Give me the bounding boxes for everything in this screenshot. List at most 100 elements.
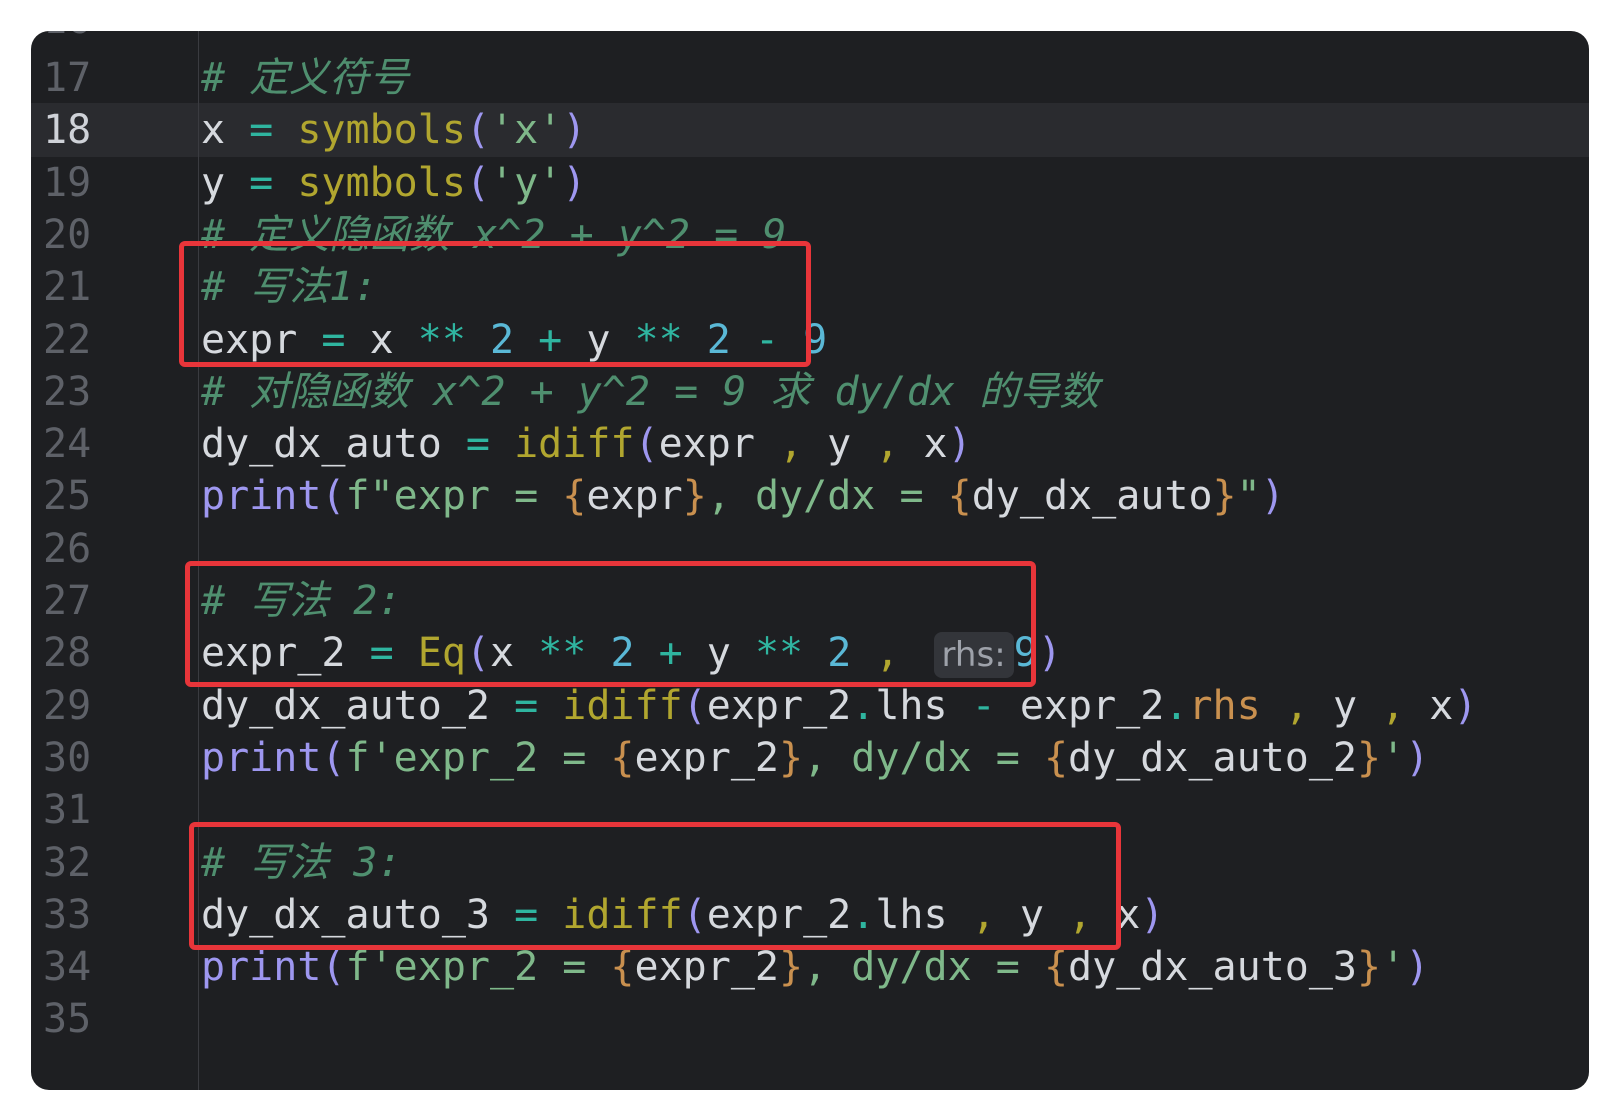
code-token: idiff bbox=[562, 682, 683, 729]
code-token: dy_dx_auto_2 bbox=[1068, 734, 1358, 781]
code-token: symbols bbox=[297, 159, 466, 206]
line-number: 32 bbox=[43, 839, 92, 886]
line-number: 33 bbox=[43, 891, 92, 938]
line-number: 19 bbox=[43, 159, 92, 206]
code-line[interactable]: 24 dy_dx_auto = idiff(expr , y , x) bbox=[31, 417, 1589, 471]
code-token: expr_2 bbox=[706, 682, 852, 729]
code-token: dy_dx_auto_2 bbox=[201, 682, 490, 729]
code-token: print bbox=[201, 734, 322, 781]
highlight-box-method-1 bbox=[179, 241, 811, 367]
code-line[interactable]: 18 x = symbols('x') bbox=[31, 103, 1589, 157]
code-token: lhs bbox=[875, 682, 948, 729]
code-text[interactable]: print(f"expr = {expr}, dy/dx = {dy_dx_au… bbox=[201, 469, 1285, 523]
line-number-partial: 16 bbox=[43, 31, 91, 47]
code-token: print bbox=[201, 944, 322, 991]
code-token: , bbox=[1260, 682, 1333, 729]
code-token: ' bbox=[1381, 734, 1406, 781]
code-line[interactable]: 19 y = symbols('y') bbox=[31, 156, 1589, 210]
code-text[interactable]: y = symbols('y') bbox=[201, 156, 586, 210]
code-token: ) bbox=[562, 159, 587, 206]
code-token: 'x' bbox=[490, 107, 563, 154]
code-token: . bbox=[851, 682, 876, 729]
code-token: rhs bbox=[1188, 682, 1261, 729]
code-token: { bbox=[947, 473, 972, 520]
line-number: 25 bbox=[43, 473, 92, 520]
code-token: = bbox=[225, 107, 298, 154]
code-token: expr_2 bbox=[634, 734, 780, 781]
code-token: ) bbox=[1453, 682, 1478, 729]
code-token: 'y' bbox=[490, 159, 563, 206]
code-token: symbols bbox=[297, 107, 466, 154]
code-token: , bbox=[1357, 682, 1430, 729]
code-token: dy_dx_auto bbox=[971, 473, 1213, 520]
code-token: ) bbox=[947, 421, 972, 468]
code-token: ) bbox=[1405, 944, 1430, 991]
code-token: { bbox=[610, 734, 635, 781]
code-token: } bbox=[1212, 473, 1237, 520]
code-token: = bbox=[441, 421, 515, 468]
code-token: ( bbox=[465, 107, 491, 154]
line-number: 34 bbox=[43, 944, 92, 991]
code-text[interactable]: # 对隐函数 x^2 + y^2 = 9 求 dy/dx 的导数 bbox=[201, 365, 1099, 419]
code-token: f'expr_2 = bbox=[345, 734, 611, 781]
line-number: 27 bbox=[43, 578, 92, 624]
code-token: y bbox=[827, 421, 852, 468]
line-number: 23 bbox=[43, 368, 92, 415]
code-token: = bbox=[489, 682, 563, 729]
code-text[interactable]: print(f'expr_2 = {expr_2}, dy/dx = {dy_d… bbox=[201, 731, 1429, 785]
code-token: expr_2 bbox=[1019, 682, 1165, 729]
code-token: y bbox=[1332, 682, 1358, 729]
code-token: ( bbox=[634, 421, 659, 468]
code-line[interactable]: 35 bbox=[31, 992, 1589, 1046]
code-line[interactable]: 25 print(f"expr = {expr}, dy/dx = {dy_dx_… bbox=[31, 469, 1589, 523]
code-token: ( bbox=[321, 944, 346, 991]
code-token: } bbox=[1357, 944, 1382, 991]
code-token: , bbox=[851, 421, 924, 468]
line-number: 26 bbox=[43, 525, 92, 572]
highlight-box-method-3 bbox=[189, 822, 1121, 950]
line-number: 31 bbox=[43, 787, 92, 834]
line-number: 17 bbox=[43, 55, 92, 101]
code-token: ) bbox=[562, 107, 587, 154]
code-text[interactable]: dy_dx_auto = idiff(expr , y , x) bbox=[201, 417, 972, 471]
code-line[interactable]: 17 # 定义符号 bbox=[31, 51, 1589, 105]
line-number: 20 bbox=[43, 211, 92, 258]
code-token: x bbox=[1429, 682, 1454, 729]
code-line[interactable]: 23 # 对隐函数 x^2 + y^2 = 9 求 dy/dx 的导数 bbox=[31, 365, 1589, 419]
code-token: , dy/dx = bbox=[706, 473, 948, 520]
code-line[interactable]: 30 print(f'expr_2 = {expr_2}, dy/dx = {dy… bbox=[31, 731, 1589, 785]
code-token: " bbox=[1236, 473, 1261, 520]
code-token: { bbox=[562, 473, 587, 520]
code-token: ( bbox=[321, 473, 346, 520]
code-token: ( bbox=[682, 682, 707, 729]
line-number: 18 bbox=[43, 107, 92, 154]
code-token: { bbox=[1043, 944, 1069, 991]
code-token: y bbox=[201, 159, 226, 206]
code-token: x bbox=[201, 107, 226, 154]
code-token: { bbox=[1043, 734, 1069, 781]
code-token: f"expr = bbox=[345, 473, 563, 520]
code-token: expr_2 bbox=[634, 944, 780, 991]
code-text[interactable]: # 定义符号 bbox=[201, 51, 409, 105]
code-token: x bbox=[923, 421, 948, 468]
code-comment: # 定义符号 bbox=[201, 55, 410, 101]
code-token: , dy/dx = bbox=[803, 944, 1044, 991]
code-token: } bbox=[779, 944, 804, 991]
line-number: 28 bbox=[43, 630, 92, 677]
code-token: . bbox=[1164, 682, 1189, 729]
code-token: f'expr_2 = bbox=[345, 944, 611, 991]
line-number: 22 bbox=[43, 316, 92, 363]
code-token: print bbox=[201, 473, 322, 520]
code-token: { bbox=[610, 944, 635, 991]
code-token: idiff bbox=[514, 421, 635, 468]
code-token: ) bbox=[1260, 473, 1285, 520]
code-text[interactable]: x = symbols('x') bbox=[201, 103, 586, 157]
code-token: dy_dx_auto_3 bbox=[1068, 944, 1358, 991]
code-token: ) bbox=[1405, 734, 1430, 781]
code-editor[interactable]: 16 17# 定义符号18x = symbols('x')19y = symbo… bbox=[31, 31, 1589, 1090]
line-number: 29 bbox=[43, 682, 92, 729]
code-token: } bbox=[682, 473, 707, 520]
code-token: - bbox=[947, 682, 1020, 729]
highlight-box-method-2 bbox=[185, 561, 1036, 687]
code-token: ) bbox=[1037, 630, 1062, 677]
